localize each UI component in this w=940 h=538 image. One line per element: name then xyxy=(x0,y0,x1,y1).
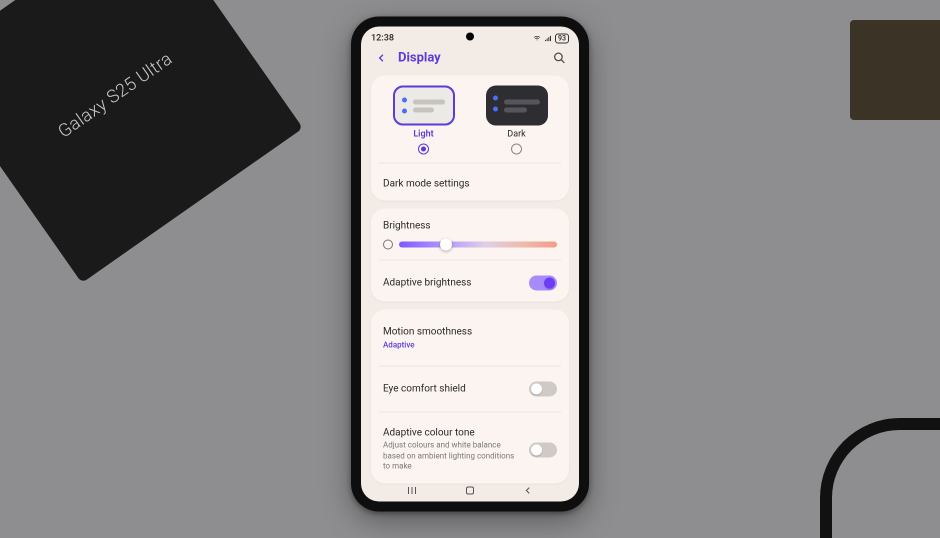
dark-mode-settings-label: Dark mode settings xyxy=(383,179,470,190)
brightness-title: Brightness xyxy=(381,219,559,234)
wood-block-prop xyxy=(850,20,940,120)
front-camera xyxy=(466,33,474,41)
navigation-bar xyxy=(361,480,579,502)
cable-prop xyxy=(820,418,940,538)
recent-icon xyxy=(406,485,418,497)
brightness-low-icon xyxy=(383,240,393,250)
chevron-left-icon xyxy=(523,486,533,496)
app-header: Display xyxy=(361,44,579,76)
eye-comfort-label: Eye comfort shield xyxy=(383,384,466,395)
divider xyxy=(379,260,561,261)
colour-tone-toggle[interactable] xyxy=(529,442,557,457)
colour-tone-row[interactable]: Adaptive colour tone Adjust colours and … xyxy=(381,421,559,479)
dark-theme-radio[interactable] xyxy=(511,144,522,155)
eye-comfort-toggle[interactable] xyxy=(529,382,557,397)
colour-tone-desc: Adjust colours and white balance based o… xyxy=(383,441,523,472)
search-icon xyxy=(553,51,566,64)
motion-smoothness-row[interactable]: Motion smoothness Adaptive xyxy=(381,320,559,358)
adaptive-brightness-row[interactable]: Adaptive brightness xyxy=(381,269,559,298)
brightness-track[interactable] xyxy=(399,242,557,248)
page-title: Display xyxy=(398,50,542,65)
display-options-card: Motion smoothness Adaptive Eye comfort s… xyxy=(371,310,569,484)
home-button[interactable] xyxy=(463,484,477,498)
signal-icon xyxy=(544,35,552,43)
product-box-label: Galaxy S25 Ultra xyxy=(54,48,176,142)
phone-frame: 12:38 93 Display xyxy=(351,17,589,512)
eye-comfort-row[interactable]: Eye comfort shield xyxy=(381,375,559,404)
status-time: 12:38 xyxy=(371,34,394,44)
theme-option-light[interactable]: Light xyxy=(381,86,466,155)
colour-tone-title: Adaptive colour tone xyxy=(383,428,523,439)
battery-indicator: 93 xyxy=(555,34,569,44)
nav-back-button[interactable] xyxy=(521,484,535,498)
theme-card: Light Dark Dark mode settings xyxy=(371,76,569,201)
divider xyxy=(379,163,561,164)
phone-screen: 12:38 93 Display xyxy=(361,27,579,502)
divider xyxy=(379,412,561,413)
search-button[interactable] xyxy=(551,50,567,66)
colour-tone-text: Adaptive colour tone Adjust colours and … xyxy=(383,428,523,472)
motion-smoothness-title: Motion smoothness xyxy=(383,327,472,338)
product-box-prop: Galaxy S25 Ultra xyxy=(0,0,303,283)
settings-content: Light Dark Dark mode settings xyxy=(361,76,579,484)
home-icon xyxy=(464,485,476,497)
chevron-left-icon xyxy=(376,52,387,63)
dark-theme-label: Dark xyxy=(507,130,525,140)
theme-selector: Light Dark xyxy=(381,86,559,155)
wifi-icon xyxy=(533,35,541,43)
theme-option-dark[interactable]: Dark xyxy=(474,86,559,155)
brightness-thumb[interactable] xyxy=(440,239,452,251)
light-theme-radio[interactable] xyxy=(418,144,429,155)
light-theme-label: Light xyxy=(413,130,433,140)
dark-theme-thumbnail xyxy=(486,86,548,126)
dark-mode-settings-row[interactable]: Dark mode settings xyxy=(381,172,559,197)
back-button[interactable] xyxy=(373,50,389,66)
brightness-slider[interactable] xyxy=(381,234,559,252)
divider xyxy=(379,366,561,367)
light-theme-thumbnail xyxy=(393,86,455,126)
brightness-card: Brightness Adaptive brightness xyxy=(371,209,569,302)
motion-smoothness-value: Adaptive xyxy=(383,341,415,351)
adaptive-brightness-toggle[interactable] xyxy=(529,276,557,291)
status-icons: 93 xyxy=(533,34,569,44)
adaptive-brightness-label: Adaptive brightness xyxy=(383,278,471,289)
recent-apps-button[interactable] xyxy=(405,484,419,498)
